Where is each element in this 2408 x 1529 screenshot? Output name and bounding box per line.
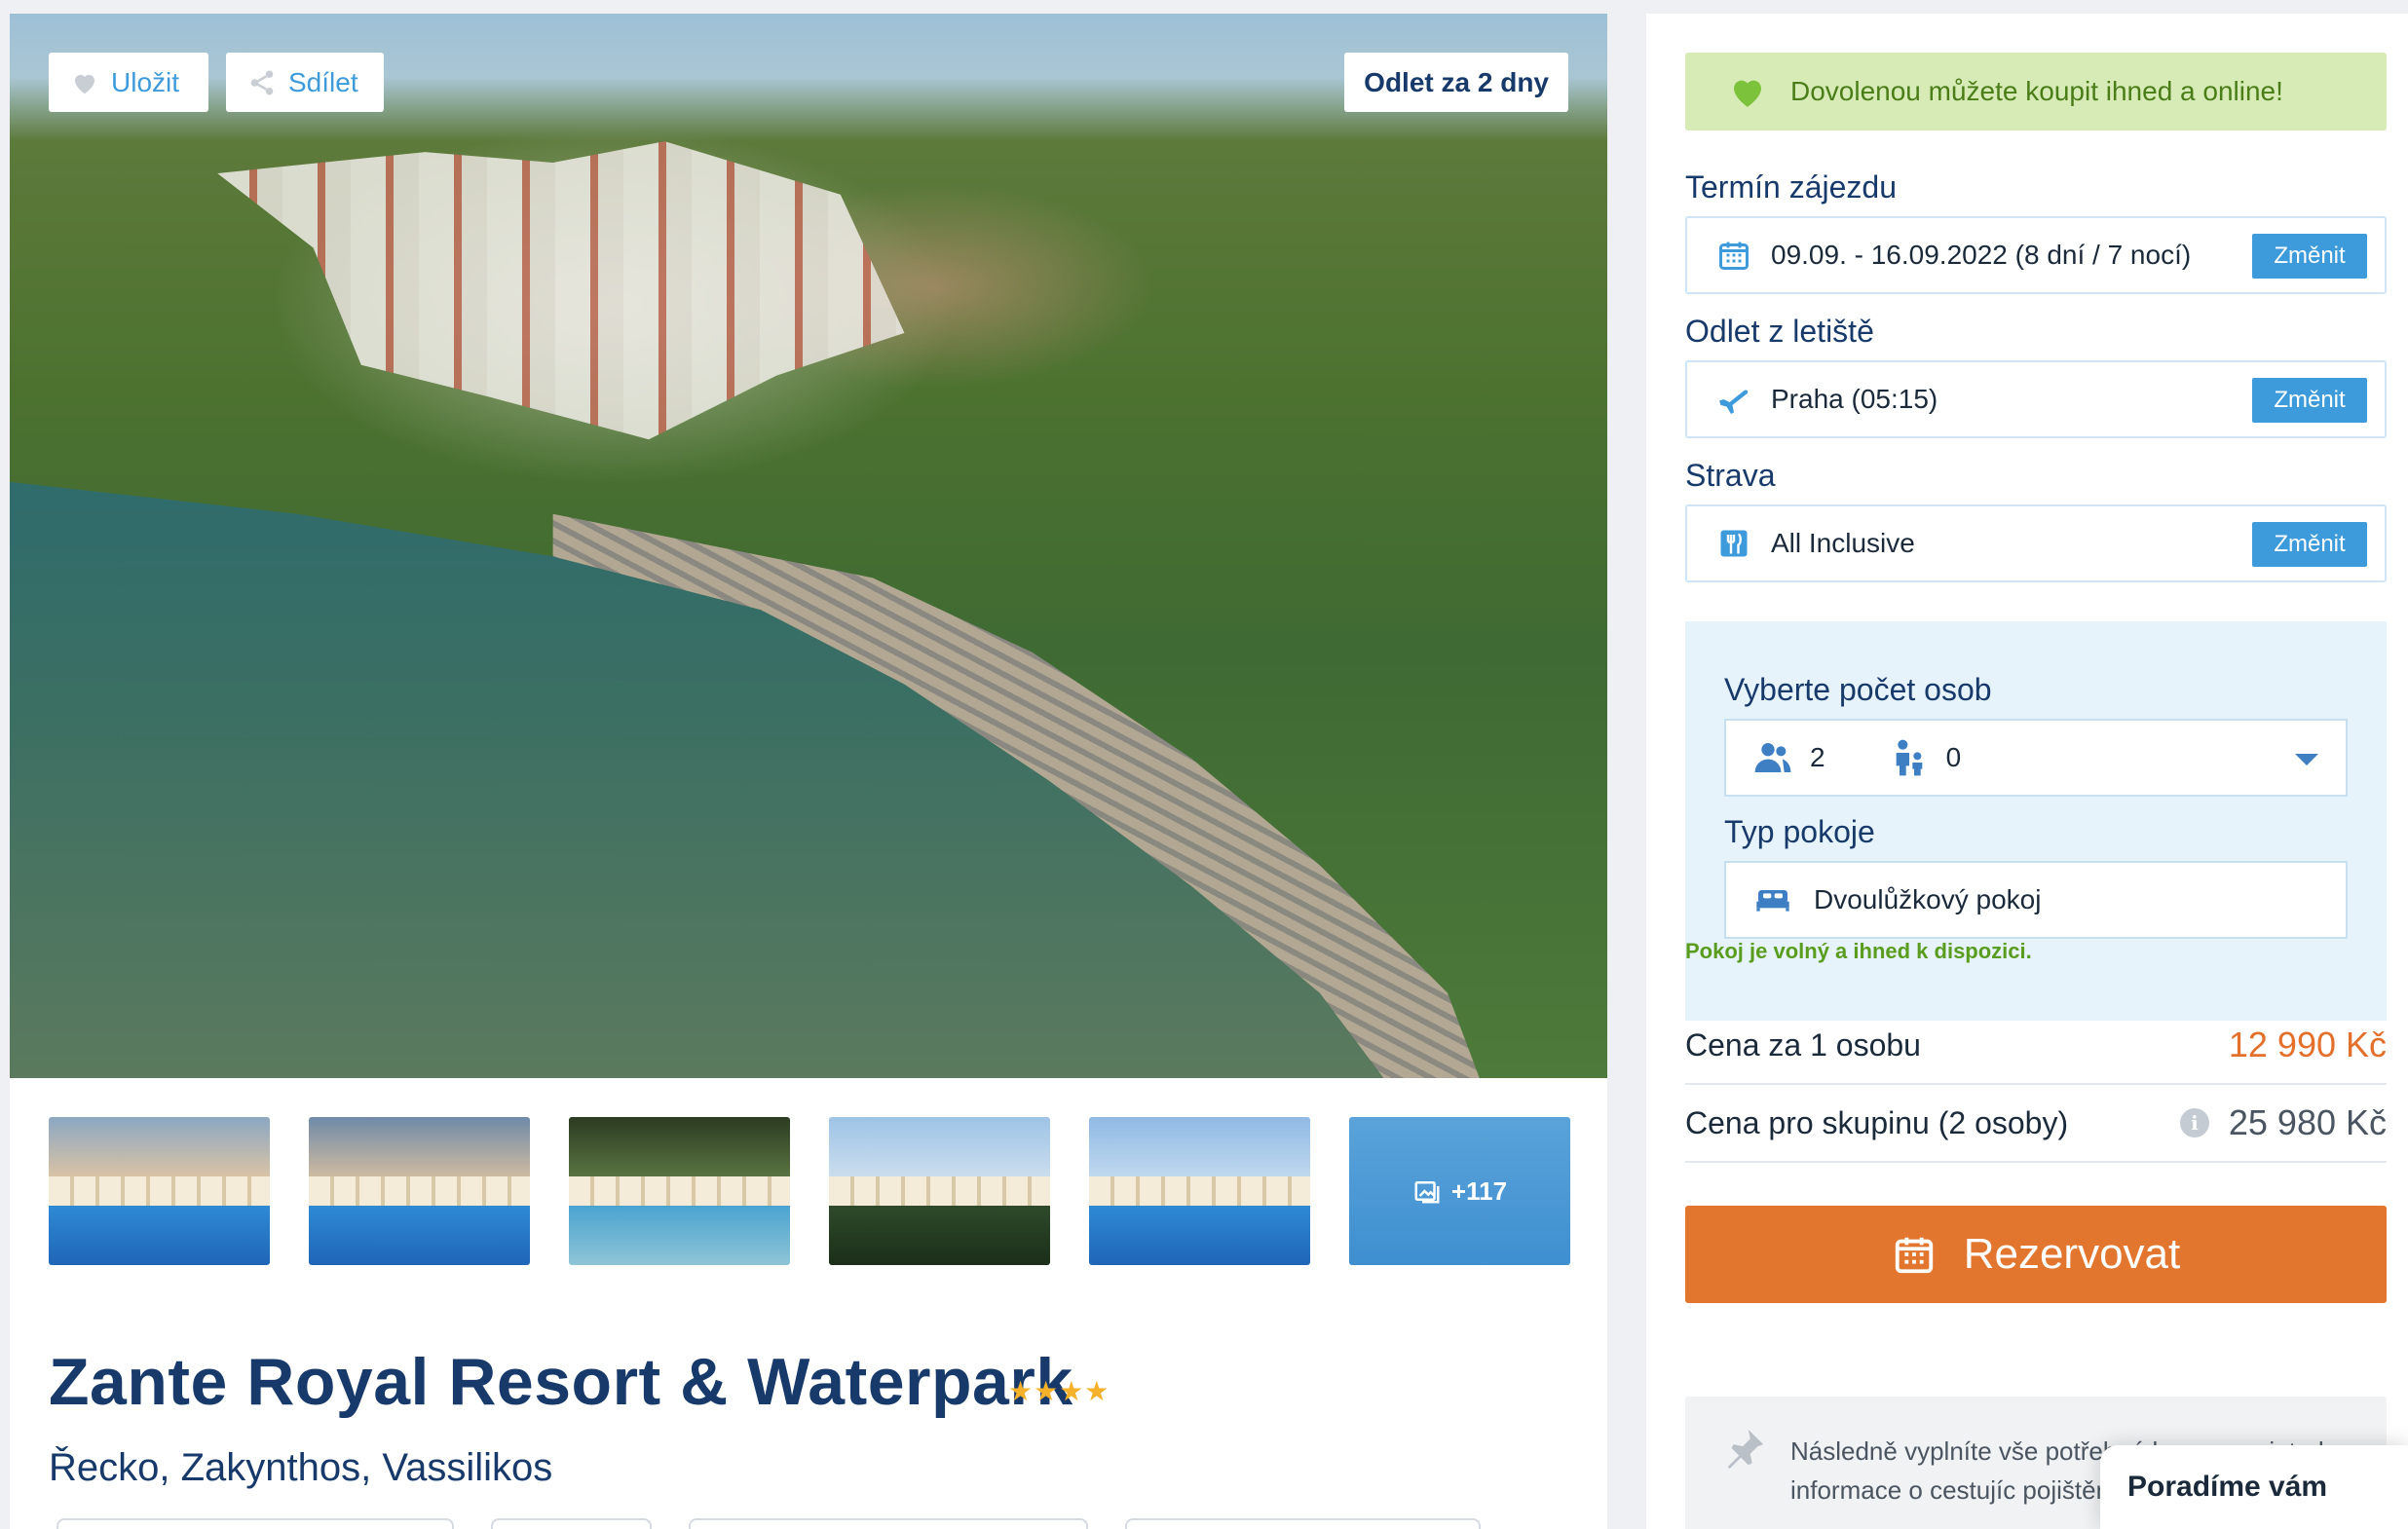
adults-count: 2 [1753,738,1825,777]
children-value: 0 [1945,742,1962,772]
price-per-person: 12 990 Kč [2228,1025,2387,1064]
hotel-location[interactable]: Řecko, Zakynthos, Vassilikos [49,1446,552,1490]
airport-label: Odlet z letiště [1685,314,1874,349]
gallery-thumbnail[interactable] [49,1117,270,1265]
detail-tabs [56,1518,1481,1529]
board-label: Strava [1685,458,1776,493]
price-group-row: Cena pro skupinu (2 osoby) i 25 980 Kč [1685,1085,2387,1163]
children-icon [1896,739,1922,776]
tab[interactable] [689,1518,1088,1529]
save-button[interactable]: Uložit [49,53,208,112]
gallery-thumbnail[interactable] [569,1117,790,1265]
price-group-wrap: i 25 980 Kč [2179,1102,2387,1143]
availability-text: Pokoj je volný a ihned k dispozici. [1685,939,2032,963]
children-count: 0 [1890,738,1962,777]
gallery-thumbnail[interactable] [1089,1117,1310,1265]
room-value: Dvoulůžkový pokoj [1814,884,2042,914]
board-value: All Inclusive [1771,528,1915,558]
term-value: 09.09. - 16.09.2022 (8 dní / 7 nocí) [1771,240,2192,270]
cutlery-icon [1720,530,1748,557]
adults-value: 2 [1810,742,1825,772]
persons-select[interactable]: 2 0 [1724,719,2348,797]
change-board-button[interactable]: Změnit [2252,522,2367,567]
tab[interactable] [56,1518,454,1529]
hotel-detail-panel: Uložit Sdílet Odlet za 2 dny +117 Zante … [10,14,1607,1529]
chat-label: Poradíme vám [2127,1471,2328,1503]
pin-icon [1727,1429,1764,1470]
reserve-button[interactable]: Rezervovat [1685,1206,2387,1303]
chat-widget-button[interactable]: Poradíme vám [2100,1445,2408,1529]
hotel-name: Zante Royal Resort & Waterpark [49,1345,1073,1419]
gallery-thumbnails: +117 [49,1117,1570,1265]
info-icon[interactable]: i [2179,1108,2209,1137]
board-field[interactable]: All Inclusive Změnit [1685,504,2387,582]
save-label: Uložit [111,66,180,97]
heart-icon [1734,80,1761,107]
departure-badge: Odlet za 2 dny [1344,53,1568,112]
hotel-stars: ★★★★ [1008,1376,1110,1406]
gallery-thumbnail[interactable] [309,1117,530,1265]
term-label: Termín zájezdu [1685,169,1897,205]
gallery-thumbnail[interactable] [829,1117,1050,1265]
airport-field[interactable]: Praha (05:15) Změnit [1685,360,2387,438]
bed-icon [1756,890,1789,912]
change-term-button[interactable]: Změnit [2252,234,2367,279]
price-group: 25 980 Kč [2228,1102,2387,1142]
airport-value: Praha (05:15) [1771,384,1938,414]
booking-panel: Dovolenou můžete koupit ihned a online! … [1646,14,2408,1529]
calendar-icon [1895,1237,1933,1274]
reserve-label: Rezervovat [1963,1230,2181,1278]
adults-icon [1754,743,1791,772]
room-select[interactable]: Dvoulůžkový pokoj [1724,861,2348,939]
price-per-person-row: Cena za 1 osobu 12 990 Kč [1685,1007,2387,1085]
calendar-icon [1719,242,1749,270]
room-label: Typ pokoje [1724,814,1875,849]
heart-icon [75,74,94,93]
hero-photo[interactable]: Uložit Sdílet Odlet za 2 dny [10,14,1607,1078]
share-icon [250,70,274,94]
term-field[interactable]: 09.09. - 16.09.2022 (8 dní / 7 nocí) Změ… [1685,216,2387,294]
price-per-person-label: Cena za 1 osobu [1685,1026,1921,1063]
price-group-label: Cena pro skupinu (2 osoby) [1685,1104,2069,1140]
share-label: Sdílet [288,66,358,97]
gallery-more-count: +117 [1450,1175,1508,1206]
tab[interactable] [491,1518,652,1529]
persons-label: Vyberte počet osob [1724,672,1992,707]
share-button[interactable]: Sdílet [226,53,384,112]
gallery-more-button[interactable]: +117 [1349,1117,1570,1265]
online-purchase-notice: Dovolenou můžete koupit ihned a online! [1685,53,2387,131]
airplane-icon [1719,390,1749,414]
gallery-icon [1414,1181,1440,1204]
chevron-down-icon [2295,754,2318,765]
change-airport-button[interactable]: Změnit [2252,378,2367,423]
notice-text: Dovolenou můžete koupit ihned a online! [1790,76,2283,106]
tab[interactable] [1125,1518,1481,1529]
